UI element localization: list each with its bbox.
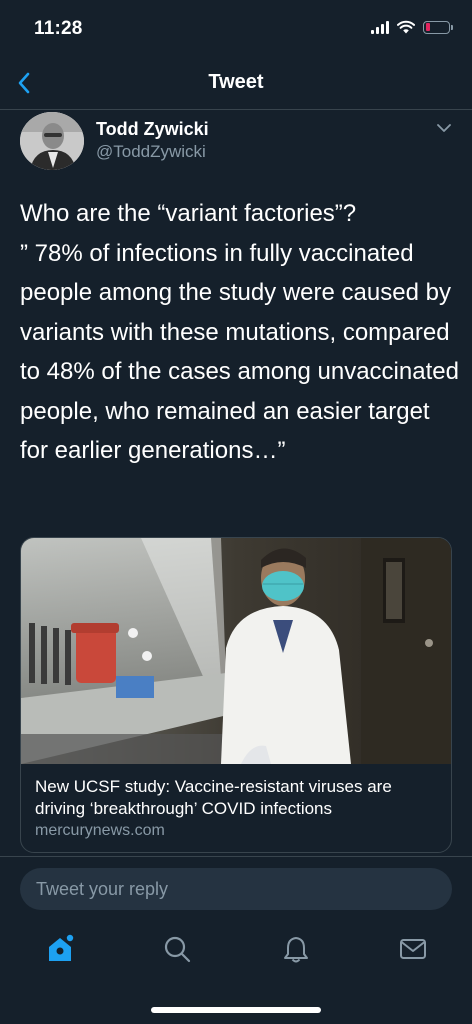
battery-icon xyxy=(423,20,453,34)
link-card-domain: mercurynews.com xyxy=(35,822,165,839)
tweet-text: Who are the “variant factories”? ” 78% o… xyxy=(20,200,459,464)
mail-icon[interactable] xyxy=(398,934,428,964)
author-handle[interactable]: @ToddZywicki xyxy=(96,142,206,162)
link-card-info: New UCSF study: Vaccine-resistant viruse… xyxy=(21,764,451,852)
page-title: Tweet xyxy=(208,71,264,93)
nav-header: Tweet xyxy=(0,56,472,110)
cellular-signal-icon xyxy=(371,20,389,34)
status-bar: 11:28 xyxy=(0,0,472,56)
link-preview-card[interactable]: New UCSF study: Vaccine-resistant viruse… xyxy=(20,537,452,853)
status-time: 11:28 xyxy=(34,18,83,39)
reply-bar: Tweet your reply xyxy=(0,856,472,920)
link-card-title: New UCSF study: Vaccine-resistant viruse… xyxy=(35,777,392,818)
bottom-tab-bar xyxy=(0,920,472,980)
status-icons xyxy=(371,20,453,34)
wifi-icon xyxy=(397,20,415,34)
author-name[interactable]: Todd Zywicki xyxy=(96,119,209,140)
tweet-author: Todd Zywicki @ToddZywicki xyxy=(20,112,452,176)
article-image xyxy=(21,538,451,764)
search-icon[interactable] xyxy=(162,934,192,964)
home-indicator xyxy=(151,1007,321,1013)
home-icon[interactable] xyxy=(45,934,75,964)
reply-input[interactable]: Tweet your reply xyxy=(20,868,452,910)
chevron-down-icon[interactable] xyxy=(436,122,452,134)
bell-icon[interactable] xyxy=(281,934,311,964)
avatar[interactable] xyxy=(20,112,84,170)
